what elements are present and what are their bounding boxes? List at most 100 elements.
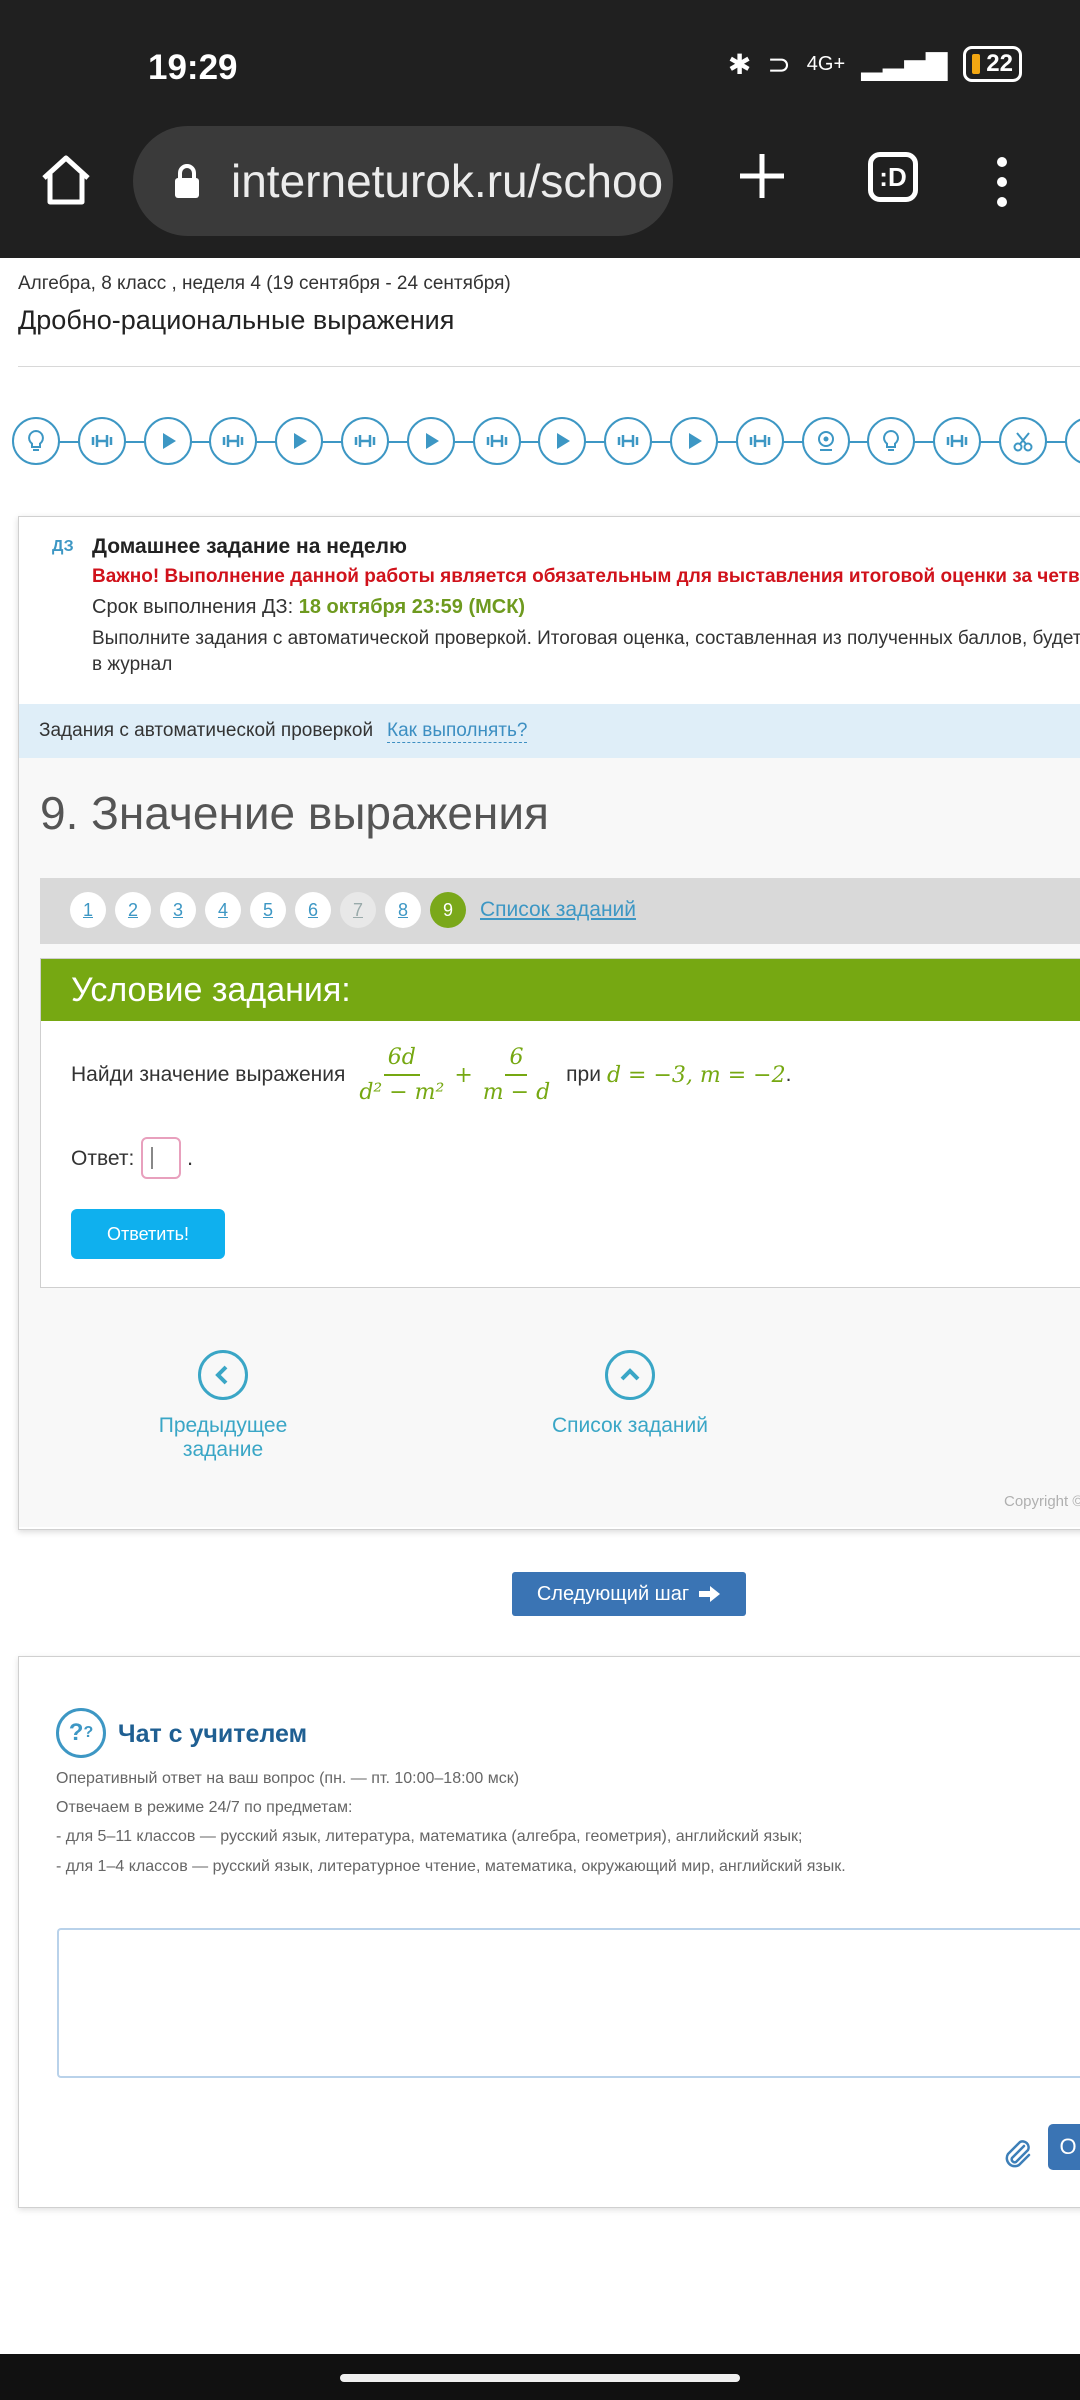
battery-level: 22 xyxy=(986,50,1013,77)
task-number-strip: 123456789 Список заданий xyxy=(40,878,1080,944)
homework-important: Важно! Выполнение данной работы является… xyxy=(92,566,1080,587)
task-list-link[interactable]: Список заданий xyxy=(480,898,636,922)
homework-description: Выполните задания с автоматической прове… xyxy=(92,628,1080,649)
status-icons: ✱ ⊃ 4G+ ▂▃▅▇ 22 xyxy=(728,46,1022,82)
auto-check-bar: Задания с автоматической проверкой Как в… xyxy=(19,704,1080,758)
url-bar[interactable]: interneturok.ru/schoo xyxy=(133,126,673,236)
task-list-nav-label: Список заданий xyxy=(551,1414,708,1437)
fraction-1-denominator: d² − m² xyxy=(359,1080,445,1105)
task-number-2[interactable]: 2 xyxy=(115,892,151,928)
auto-check-label: Задания с автоматической проверкой xyxy=(39,720,374,741)
task-list-nav-link[interactable]: Список заданий xyxy=(550,1350,710,1438)
prev-task-link[interactable]: Предыдущее задание xyxy=(118,1350,328,1462)
fraction-1: 6d d² − m² xyxy=(355,1045,448,1105)
task-heading: 9. Значение выражения xyxy=(40,787,549,839)
step-play-icon[interactable] xyxy=(538,417,587,465)
task-statement: Найди значение выражения 6d d² − m² + 6 … xyxy=(71,1045,791,1105)
plus-sign: + xyxy=(454,1062,473,1088)
step-play-icon[interactable] xyxy=(275,417,324,465)
arrow-right-icon xyxy=(699,1586,721,1602)
chevron-left-icon xyxy=(198,1350,248,1400)
step-lightbulb-icon[interactable] xyxy=(867,417,916,465)
step-webcam-icon[interactable] xyxy=(801,417,850,465)
answer-input[interactable] xyxy=(141,1137,181,1179)
prev-task-label: Предыдущее задание xyxy=(158,1414,288,1461)
variable-values: d = −3, m = −2 xyxy=(606,1062,786,1088)
battery-icon: 22 xyxy=(963,46,1022,82)
deadline-label: Срок выполнения ДЗ: xyxy=(92,596,299,618)
toggle-icon: ⊃ xyxy=(767,48,791,80)
next-step-label: Следующий шаг xyxy=(536,1582,690,1605)
step-dumbbell-icon[interactable] xyxy=(209,417,258,465)
status-time: 19:29 xyxy=(148,48,238,87)
at-word: при xyxy=(566,1063,601,1086)
homework-tag: ДЗ xyxy=(52,538,74,555)
text-caret xyxy=(151,1147,153,1169)
step-scissors-icon[interactable] xyxy=(999,417,1047,465)
system-nav-bar xyxy=(0,2354,1080,2400)
home-icon[interactable] xyxy=(36,150,96,210)
task-number-4[interactable]: 4 xyxy=(205,892,241,928)
task-number-3[interactable]: 3 xyxy=(160,892,196,928)
deadline-value: 18 октября 23:59 (МСК) xyxy=(298,596,526,618)
send-button[interactable]: О xyxy=(1048,2124,1080,2170)
breadcrumb[interactable]: Алгебра, 8 класс , неделя 4 (19 сентября… xyxy=(18,273,511,295)
lock-icon xyxy=(175,164,199,198)
homework-description-cont: в журнал xyxy=(92,654,173,675)
divider xyxy=(18,366,1080,367)
step-dumbbell-icon[interactable] xyxy=(77,417,126,465)
next-step-button[interactable]: Следующий шаг xyxy=(512,1572,746,1616)
task-number-8[interactable]: 8 xyxy=(385,892,421,928)
task-prompt: Найди значение выражения xyxy=(71,1063,346,1086)
more-menu-icon[interactable] xyxy=(992,154,1012,210)
chat-message-input[interactable] xyxy=(57,1928,1080,2078)
step-dumbbell-icon[interactable] xyxy=(933,417,982,465)
lesson-steps xyxy=(12,417,1080,467)
homework-title: Домашнее задание на неделю xyxy=(92,535,407,558)
paperclip-icon[interactable] xyxy=(1000,2136,1034,2170)
step-play-icon[interactable] xyxy=(143,417,192,465)
submit-answer-button[interactable]: Ответить! xyxy=(71,1209,225,1259)
condition-box: Условие задания: Найди значение выражени… xyxy=(40,958,1080,1288)
chat-hours: Оперативный ответ на ваш вопрос (пн. — п… xyxy=(56,1770,520,1787)
answer-label: Ответ: xyxy=(71,1147,135,1170)
answer-period: . xyxy=(187,1145,194,1170)
signal-icon: ▂▃▅▇ xyxy=(861,48,948,80)
network-label: 4G+ xyxy=(806,52,846,75)
bluetooth-icon: ✱ xyxy=(727,48,752,80)
period: . xyxy=(785,1063,792,1086)
step-dumbbell-icon[interactable] xyxy=(341,417,389,465)
chat-title: Чат с учителем xyxy=(118,1720,308,1748)
step-more[interactable] xyxy=(1064,417,1080,465)
fraction-2-numerator: 6 xyxy=(505,1045,528,1076)
step-lightbulb-icon[interactable] xyxy=(12,417,60,465)
condition-header: Условие задания: xyxy=(41,959,1080,1021)
url-text[interactable]: interneturok.ru/schoo xyxy=(231,154,671,208)
step-dumbbell-icon[interactable] xyxy=(604,417,653,465)
fraction-1-numerator: 6d xyxy=(383,1045,420,1076)
tabs-button[interactable]: :D xyxy=(868,152,918,202)
chat-subjects-1-4: - для 1–4 классов — русский язык, литера… xyxy=(56,1858,846,1875)
how-to-link[interactable]: Как выполнять? xyxy=(387,720,528,743)
browser-chrome: 19:29 ✱ ⊃ 4G+ ▂▃▅▇ 22 interneturok.ru/sc… xyxy=(0,0,1080,258)
task-number-1[interactable]: 1 xyxy=(70,892,106,928)
step-dumbbell-icon[interactable] xyxy=(735,417,784,465)
step-play-icon[interactable] xyxy=(406,417,455,465)
step-dumbbell-icon[interactable] xyxy=(472,417,521,465)
copyright: Copyright © xyxy=(1004,1493,1080,1510)
page-title: Дробно-рациональные выражения xyxy=(18,305,455,335)
home-indicator[interactable] xyxy=(340,2374,740,2382)
homework-deadline: Срок выполнения ДЗ: 18 октября 23:59 (МС… xyxy=(92,596,525,619)
chat-subjects-5-11: - для 5–11 классов — русский язык, литер… xyxy=(56,1828,803,1845)
chat-subjects-intro: Отвечаем в режиме 24/7 по предметам: xyxy=(56,1799,353,1816)
task-number-7[interactable]: 7 xyxy=(340,892,376,928)
step-play-icon[interactable] xyxy=(670,417,718,465)
question-icon: ?? xyxy=(56,1708,106,1758)
fraction-2-denominator: m − d xyxy=(482,1080,551,1105)
task-number-9[interactable]: 9 xyxy=(430,892,466,928)
task-number-5[interactable]: 5 xyxy=(250,892,286,928)
task-number-6[interactable]: 6 xyxy=(295,892,331,928)
new-tab-icon[interactable] xyxy=(736,150,788,202)
chevron-up-icon xyxy=(605,1350,655,1400)
fraction-2: 6 m − d xyxy=(479,1045,554,1105)
